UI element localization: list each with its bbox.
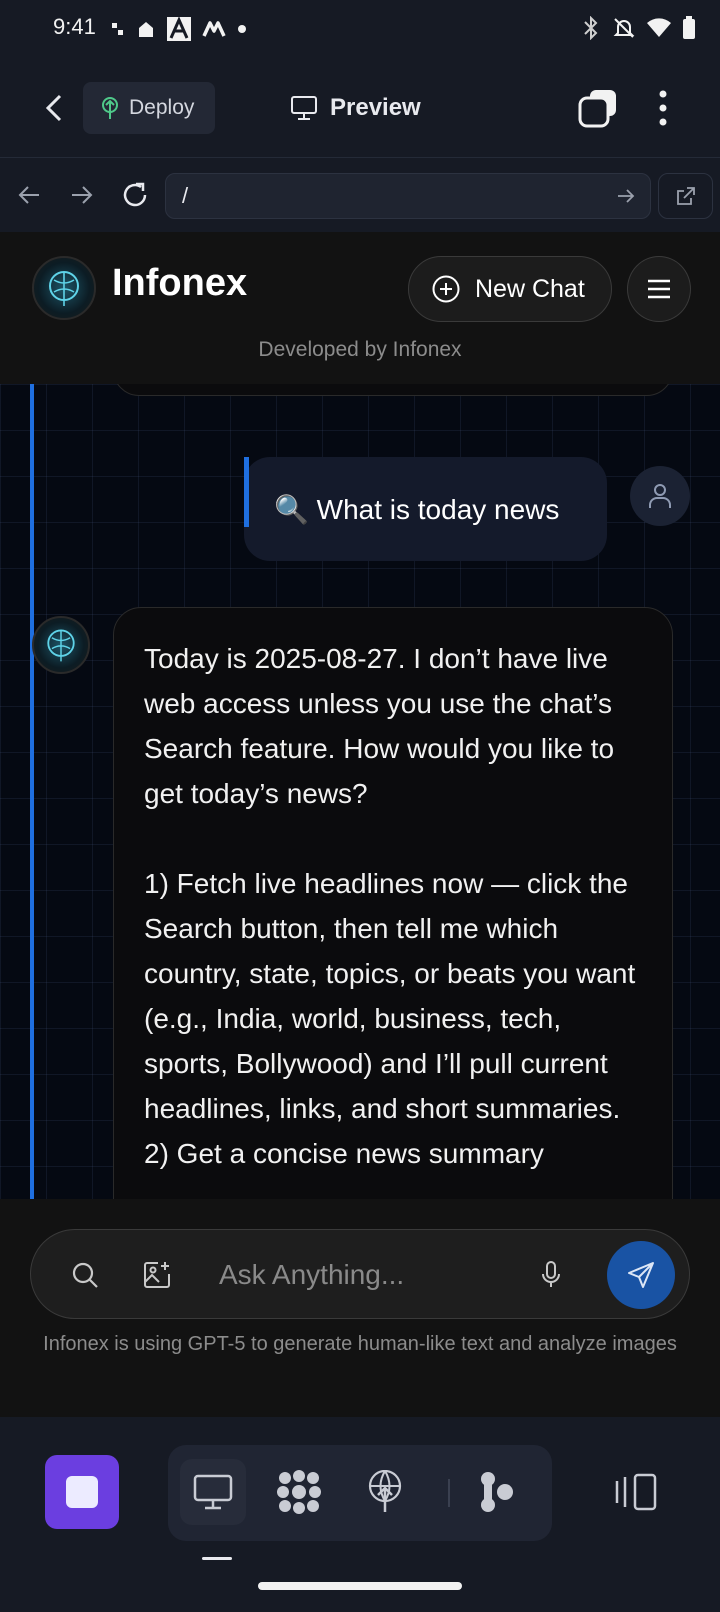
dot-icon xyxy=(238,25,246,33)
image-plus-icon xyxy=(144,1262,170,1288)
monitor-icon xyxy=(291,96,317,120)
a-icon xyxy=(167,16,191,41)
dock-agent-tab[interactable] xyxy=(464,1459,530,1525)
split-view-button[interactable] xyxy=(610,1469,662,1515)
deploy-label: Deploy xyxy=(129,96,195,119)
send-icon xyxy=(628,1262,654,1288)
developed-by: Developed by Infonex xyxy=(258,338,462,361)
search-button[interactable] xyxy=(65,1255,105,1295)
split-view-icon xyxy=(615,1473,657,1511)
stop-icon xyxy=(66,1476,98,1508)
voice-input-button[interactable] xyxy=(531,1255,571,1295)
tabs-icon xyxy=(578,90,616,128)
user-message-text: 🔍 What is today news xyxy=(274,493,560,525)
deploy-icon xyxy=(368,1470,402,1512)
dock-tabs xyxy=(168,1445,552,1541)
add-image-button[interactable] xyxy=(137,1255,177,1295)
dock-shapes-tab[interactable] xyxy=(266,1459,332,1525)
m-icon xyxy=(202,21,226,37)
previous-message-bubble xyxy=(113,384,673,396)
brain-icon xyxy=(49,271,79,306)
plus-circle-icon xyxy=(432,275,460,303)
dock-preview-tab[interactable] xyxy=(180,1459,246,1525)
chat-rail xyxy=(30,384,34,1199)
reload-button[interactable] xyxy=(116,176,154,214)
chat-area[interactable]: 🔍 What is today news Today is 2025-08-27… xyxy=(0,384,720,1199)
microphone-icon xyxy=(542,1261,560,1287)
send-button[interactable] xyxy=(607,1241,675,1309)
assistant-message-bubble: Today is 2025-08-27. I don’t have live w… xyxy=(113,607,673,1199)
dock-deploy-tab[interactable] xyxy=(352,1459,418,1525)
assistant-paragraph: 1) Fetch live headlines now — click the … xyxy=(144,868,636,1124)
home-icon xyxy=(139,22,153,37)
top-bar: Deploy Preview xyxy=(0,58,720,158)
new-chat-button[interactable]: New Chat xyxy=(408,256,612,322)
deploy-button[interactable]: Deploy xyxy=(83,82,215,134)
external-link-icon xyxy=(676,187,695,205)
back-button[interactable] xyxy=(36,88,72,128)
assistant-paragraph: 2) Get a concise news summary xyxy=(144,1138,544,1169)
reload-icon xyxy=(123,182,147,207)
dock-separator xyxy=(448,1479,450,1507)
nav-back-button[interactable] xyxy=(10,176,48,214)
preview-label: Preview xyxy=(330,94,421,121)
app-logo xyxy=(32,256,96,320)
agent-icon xyxy=(481,1472,513,1512)
url-text: / xyxy=(182,183,189,208)
browser-url-row: / xyxy=(0,158,720,232)
new-chat-label: New Chat xyxy=(475,274,585,303)
user-icon xyxy=(649,484,671,508)
chevron-left-icon xyxy=(45,94,62,122)
hamburger-icon xyxy=(648,279,670,299)
nav-forward-button[interactable] xyxy=(63,176,101,214)
user-message-bubble: 🔍 What is today news xyxy=(244,457,607,561)
user-avatar xyxy=(630,466,690,526)
menu-button[interactable] xyxy=(627,256,691,322)
dots-icon xyxy=(112,23,123,35)
app-header: Infonex New Chat Developed by Infonex xyxy=(0,232,720,384)
arrow-right-icon xyxy=(72,186,93,204)
user-bubble-accent xyxy=(244,457,249,527)
brain-icon xyxy=(47,629,75,662)
more-options-button[interactable] xyxy=(648,88,678,128)
app-name: Infonex xyxy=(112,262,248,304)
search-icon xyxy=(72,1262,98,1288)
home-indicator[interactable] xyxy=(258,1582,462,1590)
deploy-icon xyxy=(102,97,118,119)
composer xyxy=(30,1229,690,1319)
status-bar: 9:41 xyxy=(0,0,720,58)
url-field[interactable]: / xyxy=(165,173,651,219)
go-arrow-icon[interactable] xyxy=(616,185,636,207)
monitor-icon xyxy=(193,1474,233,1510)
stop-button[interactable] xyxy=(45,1455,119,1529)
preview-tab[interactable]: Preview xyxy=(290,86,421,130)
wifi-icon xyxy=(647,18,671,37)
model-disclaimer: Infonex is using GPT-5 to generate human… xyxy=(43,1333,677,1355)
status-notification-icons xyxy=(110,16,248,42)
battery-icon xyxy=(683,16,695,39)
ask-input[interactable] xyxy=(219,1250,559,1300)
shapes-icon xyxy=(277,1470,321,1514)
status-time: 9:41 xyxy=(53,14,96,39)
bluetooth-icon xyxy=(584,16,598,40)
mute-icon xyxy=(613,18,635,38)
status-system-icons xyxy=(580,16,696,40)
more-vertical-icon xyxy=(659,90,667,126)
arrow-left-icon xyxy=(18,186,39,204)
assistant-avatar xyxy=(32,616,90,674)
composer-area: Infonex is using GPT-5 to generate human… xyxy=(0,1199,720,1417)
assistant-paragraph: Today is 2025-08-27. I don’t have live w… xyxy=(144,643,615,809)
dock-active-indicator xyxy=(202,1557,232,1560)
tabs-button[interactable] xyxy=(578,88,618,128)
open-external-button[interactable] xyxy=(658,173,713,219)
